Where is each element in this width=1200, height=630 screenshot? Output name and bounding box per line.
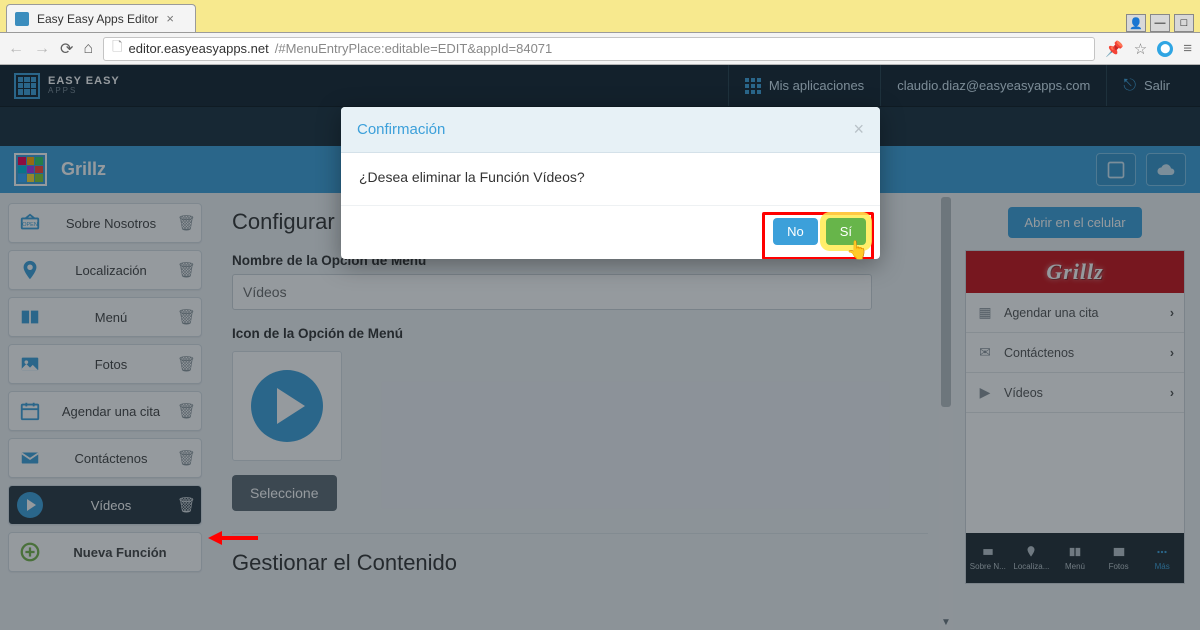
browser-tab[interactable]: Easy Easy Apps Editor × xyxy=(6,4,196,32)
url-path: /#MenuEntryPlace:editable=EDIT&appId=840… xyxy=(275,41,553,56)
window-controls: 👤 — □ xyxy=(1126,10,1200,32)
menu-icon[interactable]: ≡ xyxy=(1183,40,1192,57)
window-maximize-icon[interactable]: □ xyxy=(1174,14,1194,32)
page-icon: 🗋 xyxy=(112,38,122,60)
pin-icon[interactable]: 📌 xyxy=(1105,40,1124,58)
tab-close-icon[interactable]: × xyxy=(166,11,174,26)
modal-close-icon[interactable]: × xyxy=(853,119,864,140)
tab-title: Easy Easy Apps Editor xyxy=(37,12,158,26)
window-user-icon[interactable]: 👤 xyxy=(1126,14,1146,32)
confirm-modal: Confirmación × ¿Desea eliminar la Funció… xyxy=(341,107,880,259)
no-button[interactable]: No xyxy=(773,218,818,245)
browser-tabstrip: Easy Easy Apps Editor × 👤 — □ xyxy=(0,0,1200,33)
extension-icon[interactable]: ⬤ xyxy=(1157,41,1173,57)
home-icon[interactable]: ⌂ xyxy=(83,40,93,58)
forward-icon[interactable]: → xyxy=(34,40,50,58)
url-host: editor.easyeasyapps.net xyxy=(129,41,269,56)
reload-icon[interactable]: ⟳ xyxy=(60,39,73,59)
modal-title: Confirmación xyxy=(357,121,445,138)
favicon-icon xyxy=(15,12,29,26)
back-icon[interactable]: ← xyxy=(8,40,24,58)
modal-header: Confirmación × xyxy=(341,107,880,153)
address-bar[interactable]: 🗋 editor.easyeasyapps.net /#MenuEntryPlac… xyxy=(103,37,1095,61)
si-button[interactable]: Sí xyxy=(826,218,866,245)
window-minimize-icon[interactable]: — xyxy=(1150,14,1170,32)
browser-toolbar: ← → ⟳ ⌂ 🗋 editor.easyeasyapps.net /#MenuE… xyxy=(0,33,1200,65)
modal-body: ¿Desea eliminar la Función Vídeos? xyxy=(341,153,880,205)
modal-footer: No Sí xyxy=(341,205,880,259)
star-icon[interactable]: ☆ xyxy=(1134,40,1147,58)
